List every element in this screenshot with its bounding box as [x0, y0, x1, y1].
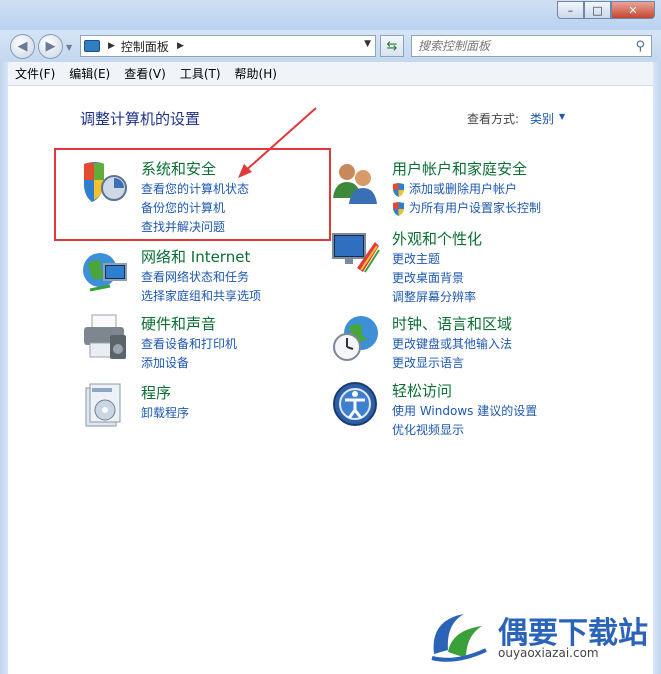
close-button[interactable]: ✕	[611, 1, 655, 19]
category-link[interactable]: 更改显示语言	[392, 354, 512, 373]
watermark-logo-icon	[431, 614, 487, 662]
history-dropdown-icon[interactable]: ▼	[66, 43, 72, 52]
refresh-button[interactable]: ⇆	[380, 35, 404, 57]
forward-arrow-icon: ▶	[45, 39, 56, 54]
window-controls: – □ ✕	[557, 1, 655, 19]
printer-icon[interactable]	[80, 313, 130, 363]
category-link[interactable]: 更改键盘或其他输入法	[392, 335, 512, 354]
menu-help[interactable]: 帮助(H)	[228, 65, 284, 82]
category-link[interactable]: 添加设备	[141, 354, 237, 373]
menu-tools[interactable]: 工具(T)	[173, 65, 228, 82]
menu-edit[interactable]: 编辑(E)	[62, 65, 117, 82]
window-frame-right	[653, 62, 661, 674]
watermark-logo: 偶要下载站 ouyaoxiazai.com	[418, 606, 658, 666]
maximize-button[interactable]: □	[584, 1, 611, 19]
ease-of-access-icon[interactable]	[331, 380, 381, 430]
category-link[interactable]: 卸载程序	[141, 404, 189, 423]
back-button[interactable]: ◀	[10, 34, 35, 59]
title-bar: – □ ✕	[0, 0, 661, 30]
category-link[interactable]: 使用 Windows 建议的设置	[392, 402, 537, 421]
annotation-arrow-icon	[238, 107, 317, 178]
breadcrumb-chevron-icon[interactable]: ▶	[177, 41, 184, 51]
category-link[interactable]: 优化视频显示	[392, 421, 537, 440]
breadcrumb-chevron-icon[interactable]: ▶	[108, 41, 115, 51]
window-frame-left	[0, 62, 8, 674]
category-link[interactable]: 调整屏幕分辨率	[392, 288, 476, 307]
category-heading[interactable]: 时钟、语言和区域	[392, 313, 512, 334]
category-heading[interactable]: 硬件和声音	[141, 313, 216, 334]
minimize-button[interactable]: –	[557, 1, 584, 19]
refresh-icon: ⇆	[386, 38, 398, 54]
category-heading[interactable]: 轻松访问	[392, 380, 452, 401]
search-box[interactable]: ⚲	[411, 35, 652, 57]
breadcrumb-control-panel[interactable]: 控制面板	[121, 38, 169, 55]
category-heading[interactable]: 程序	[141, 382, 171, 403]
address-dropdown-icon[interactable]: ▼	[364, 39, 371, 49]
forward-button[interactable]: ▶	[38, 34, 63, 59]
navigation-bar: ◀ ▶ ▼ ▶ 控制面板 ▶ ▼ ⇆ ⚲	[0, 30, 661, 62]
menu-file[interactable]: 文件(F)	[8, 65, 62, 82]
category-link[interactable]: 查看设备和打印机	[141, 335, 237, 354]
address-bar[interactable]: ▶ 控制面板 ▶ ▼	[80, 35, 376, 57]
programs-icon[interactable]	[80, 382, 130, 432]
category-link[interactable]: 选择家庭组和共享选项	[141, 287, 261, 306]
menu-bar: 文件(F) 编辑(E) 查看(V) 工具(T) 帮助(H)	[8, 62, 653, 86]
back-arrow-icon: ◀	[17, 39, 28, 54]
control-panel-content: 调整计算机的设置 查看方式: 类别 ▼ 系统和安全 查看您的计算机状态 备份您的…	[8, 86, 653, 666]
clock-globe-icon[interactable]	[331, 313, 381, 363]
menu-view[interactable]: 查看(V)	[117, 65, 173, 82]
watermark-url: ouyaoxiazai.com	[498, 646, 599, 660]
search-input[interactable]	[418, 39, 628, 53]
control-panel-icon	[84, 40, 100, 52]
search-icon[interactable]: ⚲	[635, 39, 645, 54]
